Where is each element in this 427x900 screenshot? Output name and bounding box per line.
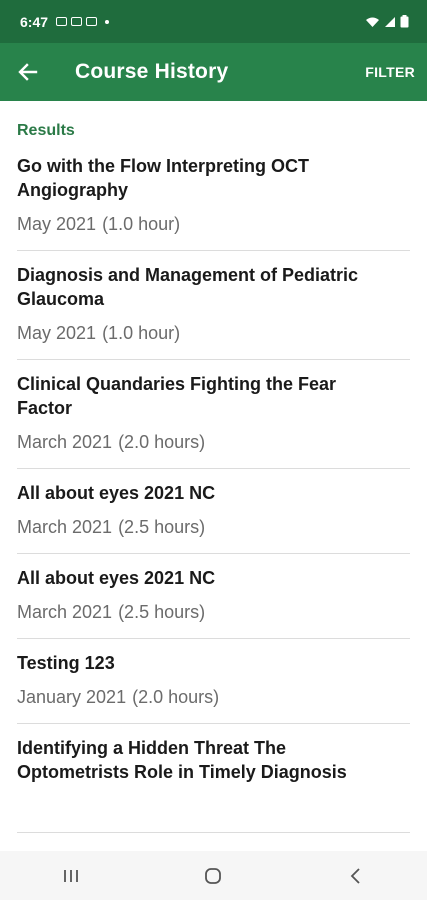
course-date: March 2021 xyxy=(17,432,113,452)
signal-icon xyxy=(385,16,395,27)
course-list-container[interactable]: Results Go with the Flow Interpreting OC… xyxy=(0,101,427,851)
course-title: All about eyes 2021 NC xyxy=(17,483,216,503)
course-item[interactable]: All about eyes 2021 NC March 2021 (2.5 ho… xyxy=(17,554,410,639)
course-meta: May 2021 (1.0 hour) xyxy=(17,212,410,236)
course-date: May 2021 xyxy=(17,323,97,343)
wifi-icon xyxy=(366,17,379,27)
recents-icon xyxy=(64,869,79,882)
arrow-left-icon xyxy=(18,63,38,81)
course-date: March 2021 xyxy=(17,517,113,537)
course-duration: (2.0 hours) xyxy=(132,687,220,707)
status-time: 6:47 xyxy=(20,13,49,30)
course-title: Identifying a Hidden Threat The Optometr… xyxy=(17,738,347,782)
system-status-icons xyxy=(365,15,409,28)
course-date: March 2021 xyxy=(17,602,113,622)
course-title: All about eyes 2021 NC xyxy=(17,568,216,588)
course-item[interactable]: Diagnosis and Management of Pediatric Gl… xyxy=(17,251,410,360)
course-meta: March 2021 (2.0 hours) xyxy=(17,430,410,454)
course-title: Go with the Flow Interpreting OCT Angiog… xyxy=(17,156,309,200)
course-meta: March 2021 (2.5 hours) xyxy=(17,600,410,624)
course-duration: (2.0 hours) xyxy=(118,432,206,452)
course-duration: (2.5 hours) xyxy=(118,602,206,622)
battery-icon xyxy=(400,15,409,28)
course-title: Testing 123 xyxy=(17,653,115,673)
course-item[interactable]: Identifying a Hidden Threat The Optometr… xyxy=(17,724,410,833)
course-title: Diagnosis and Management of Pediatric Gl… xyxy=(17,265,359,309)
course-item[interactable]: Clinical Quandaries Fighting the Fear Fa… xyxy=(17,360,410,469)
system-nav-bar xyxy=(0,851,427,900)
results-label: Results xyxy=(17,122,75,139)
course-date: January 2021 xyxy=(17,687,127,707)
chevron-left-icon xyxy=(350,867,360,884)
course-duration: (2.5 hours) xyxy=(118,517,206,537)
more-notifications-icon xyxy=(105,19,110,24)
home-button[interactable] xyxy=(183,851,243,900)
course-meta: January 2021 (2.0 hours) xyxy=(17,685,410,709)
course-list: Go with the Flow Interpreting OCT Angiog… xyxy=(17,142,410,833)
app-bar: Course History FILTER xyxy=(0,43,427,101)
nav-back-button[interactable] xyxy=(326,851,386,900)
course-item[interactable]: Go with the Flow Interpreting OCT Angiog… xyxy=(17,142,410,251)
course-title: Clinical Quandaries Fighting the Fear Fa… xyxy=(17,374,337,418)
course-meta: May 2021 (1.0 hour) xyxy=(17,321,410,345)
youtube-icon xyxy=(71,17,83,26)
status-bar: 6:47 xyxy=(0,0,427,43)
home-icon xyxy=(205,867,222,884)
youtube-icon xyxy=(86,17,98,26)
gallery-icon xyxy=(56,17,68,26)
notification-icons xyxy=(56,17,110,26)
back-button[interactable] xyxy=(0,43,56,101)
page-title: Course History xyxy=(75,60,229,83)
course-item[interactable]: Testing 123 January 2021 (2.0 hours) xyxy=(17,639,410,724)
recents-button[interactable] xyxy=(41,851,101,900)
course-date: May 2021 xyxy=(17,214,97,234)
filter-button[interactable]: FILTER xyxy=(365,64,415,80)
course-meta xyxy=(17,794,410,818)
course-meta: March 2021 (2.5 hours) xyxy=(17,515,410,539)
course-duration: (1.0 hour) xyxy=(102,323,181,343)
course-item[interactable]: All about eyes 2021 NC March 2021 (2.5 ho… xyxy=(17,469,410,554)
course-duration: (1.0 hour) xyxy=(102,214,181,234)
